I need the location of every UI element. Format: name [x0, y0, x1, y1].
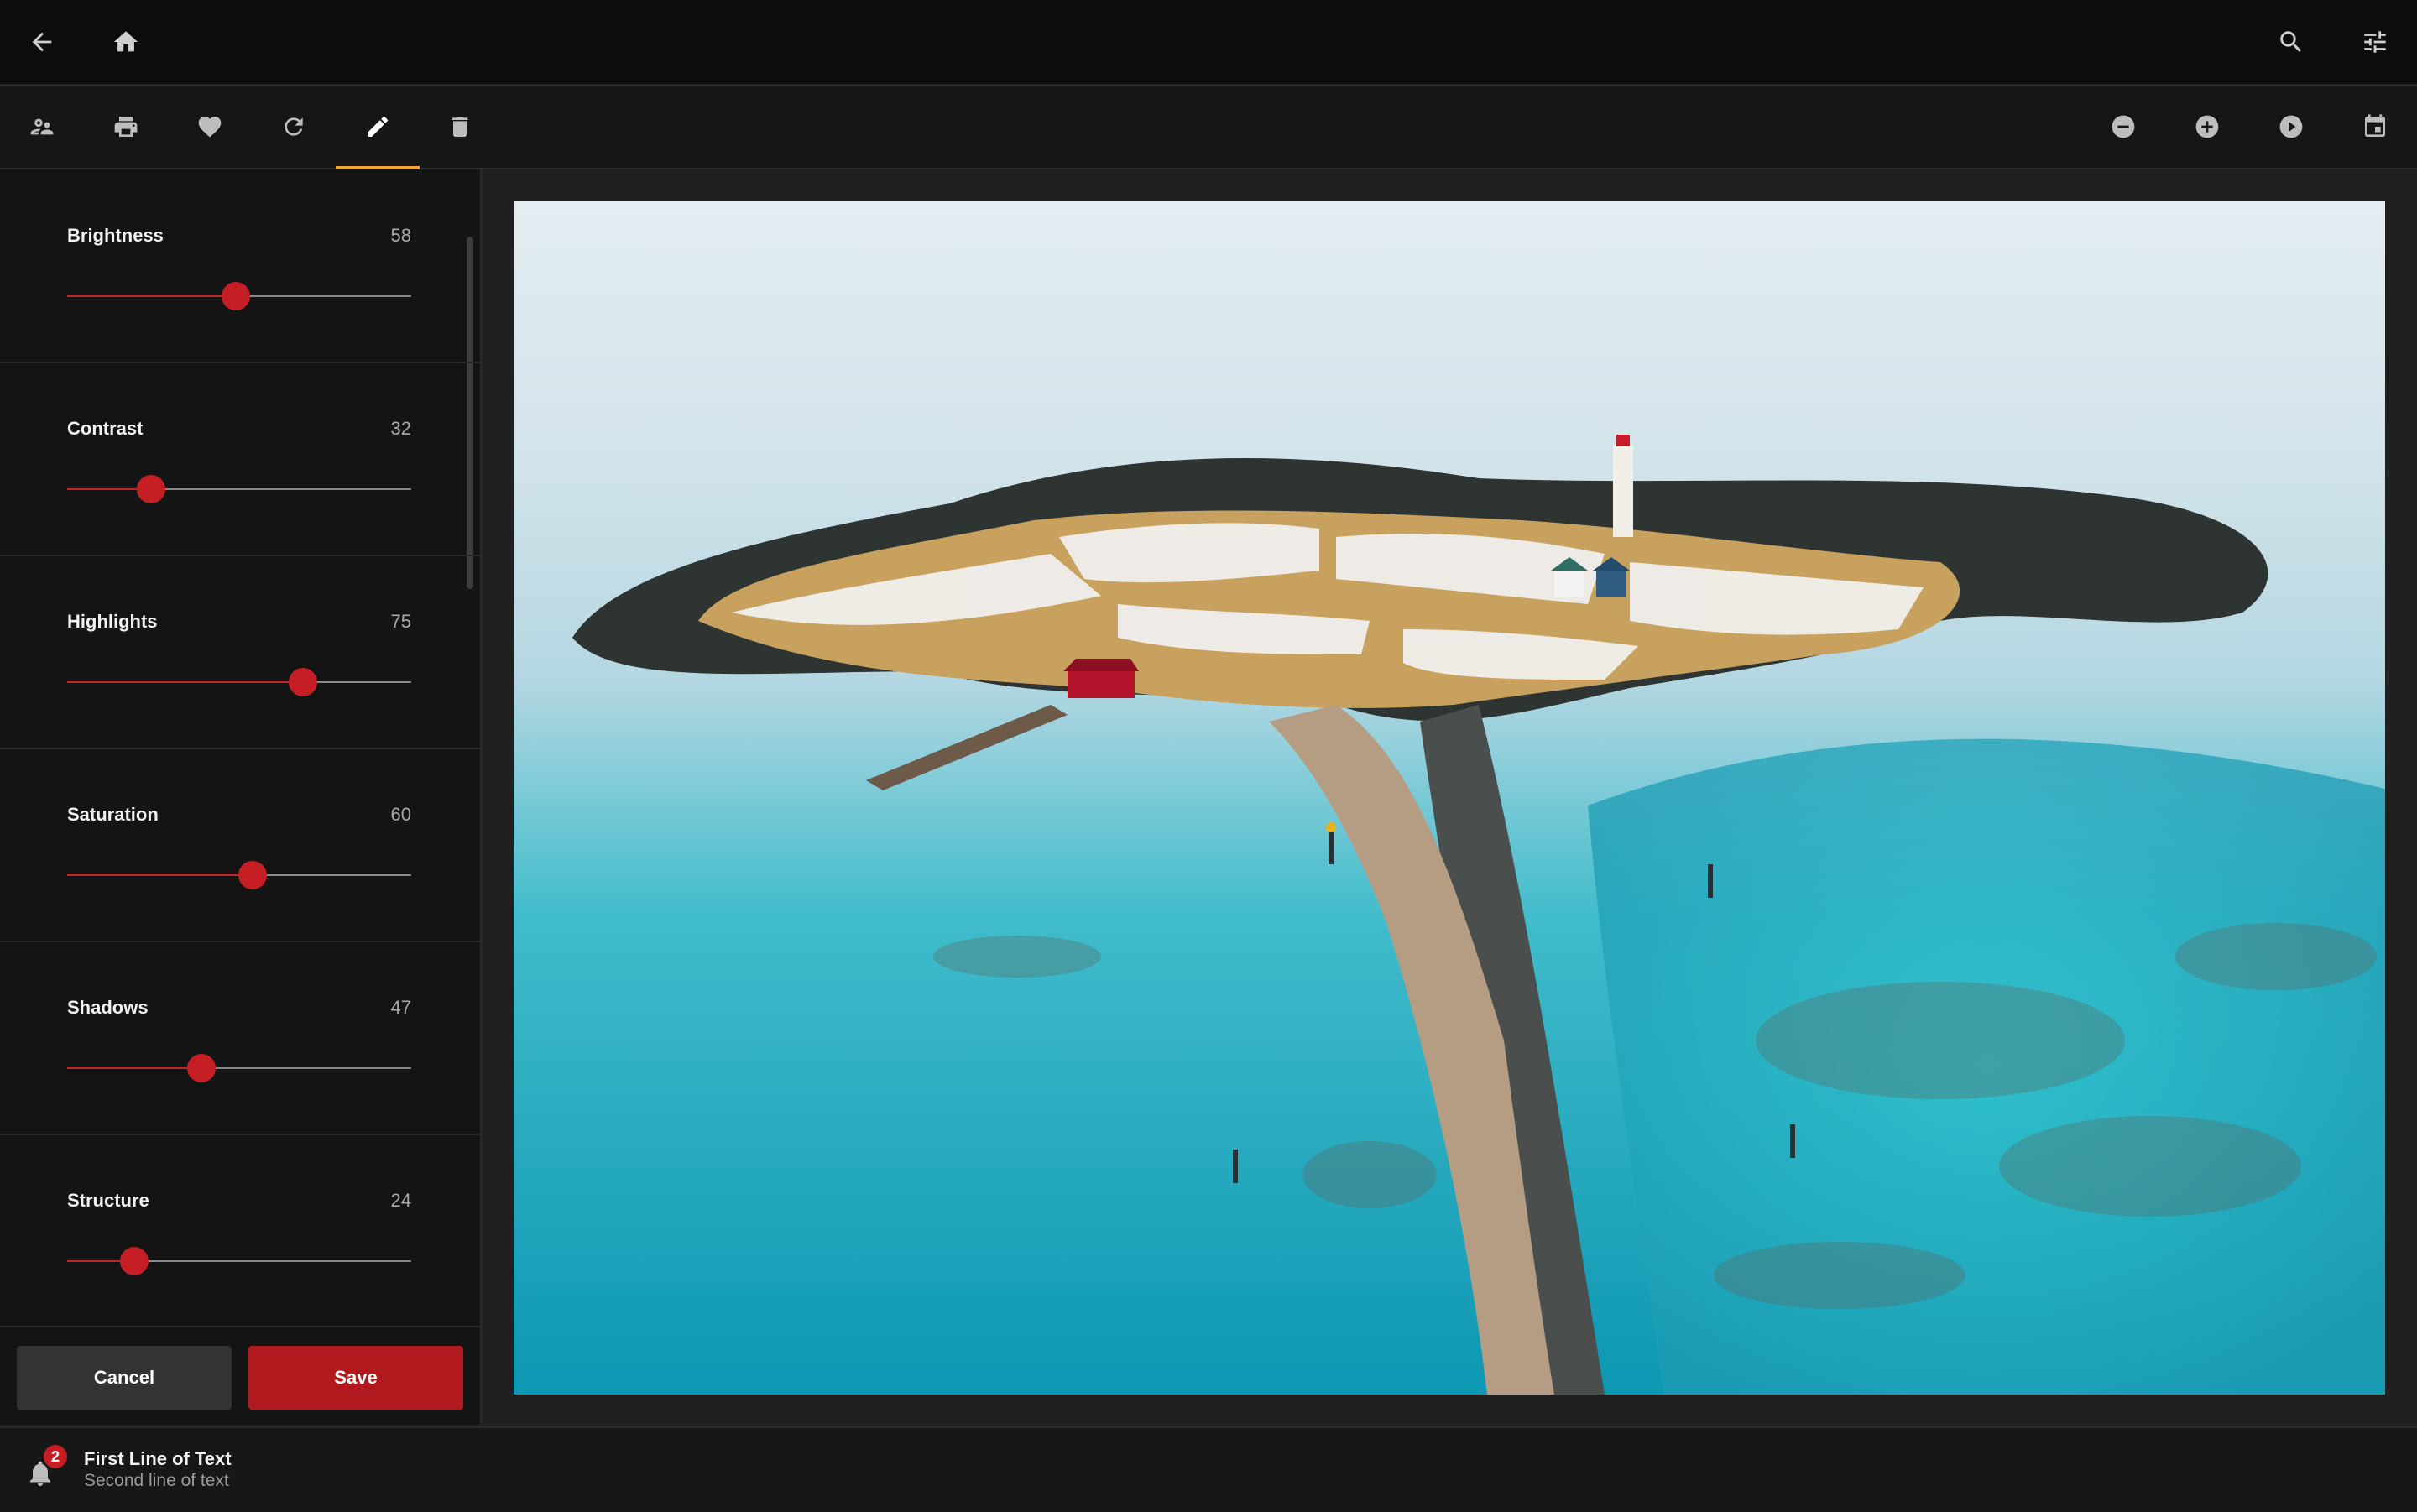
adjustment-structure: Structure 24: [0, 1134, 480, 1328]
back-button[interactable]: [15, 15, 69, 69]
adjustment-label: Contrast: [67, 418, 144, 439]
slider-thumb[interactable]: [186, 1054, 216, 1082]
photo-preview[interactable]: [514, 201, 2385, 1395]
slider-thumb[interactable]: [137, 475, 166, 503]
aerial-lighthouse-photo: [514, 201, 2385, 1395]
slider-fill: [67, 874, 253, 876]
pencil-icon: [368, 116, 389, 137]
home-button[interactable]: [99, 15, 153, 69]
slider-fill: [67, 1067, 201, 1069]
notification-title: First Line of Text: [84, 1448, 232, 1469]
edit-actions: Cancel Save: [0, 1326, 480, 1425]
slider-thumb[interactable]: [221, 282, 250, 310]
plus-circle-icon: [2195, 115, 2219, 138]
adjustment-value: 58: [390, 225, 411, 246]
save-button[interactable]: Save: [248, 1346, 463, 1410]
notification-bar: 2 First Line of Text Second line of text: [0, 1426, 2417, 1512]
adjustment-label: Saturation: [67, 804, 159, 825]
brightness-slider[interactable]: [67, 282, 411, 310]
structure-slider[interactable]: [67, 1247, 411, 1275]
home-icon: [113, 31, 138, 52]
people-icon: [30, 118, 54, 135]
sliders-icon: [2364, 31, 2386, 53]
slider-thumb[interactable]: [119, 1247, 149, 1275]
notification-badge: 2: [44, 1445, 67, 1468]
slider-fill: [67, 681, 303, 683]
slideshow-button[interactable]: [2264, 100, 2318, 154]
adjustment-value: 75: [390, 611, 411, 632]
adjustment-label: Highlights: [67, 611, 158, 632]
slider-fill: [67, 295, 236, 297]
printer-icon: [114, 117, 138, 137]
delete-button[interactable]: [433, 100, 487, 154]
cancel-button[interactable]: Cancel: [17, 1346, 232, 1410]
heart-icon: [198, 117, 222, 138]
zoom-out-button[interactable]: [2096, 100, 2150, 154]
adjustment-value: 47: [390, 997, 411, 1018]
zoom-in-button[interactable]: [2180, 100, 2234, 154]
adjustment-contrast: Contrast 32: [0, 362, 480, 556]
adjustment-highlights: Highlights 75: [0, 555, 480, 749]
slider-thumb[interactable]: [288, 668, 317, 696]
filters-button[interactable]: [2348, 15, 2402, 69]
photo-toolbar: [0, 86, 2417, 169]
adjustment-value: 32: [390, 418, 411, 439]
rotate-button[interactable]: [267, 100, 321, 154]
print-button[interactable]: [99, 100, 153, 154]
adjustment-brightness: Brightness 58: [0, 169, 480, 363]
refresh-icon: [285, 117, 303, 136]
adjustment-label: Brightness: [67, 225, 164, 246]
notification-subtitle: Second line of text: [84, 1471, 229, 1490]
adjustment-label: Shadows: [67, 997, 149, 1018]
top-app-bar: [0, 0, 2417, 86]
adjustment-shadows: Shadows 47: [0, 941, 480, 1135]
contrast-slider[interactable]: [67, 475, 411, 503]
shadows-slider[interactable]: [67, 1054, 411, 1082]
adjustment-value: 24: [390, 1190, 411, 1211]
arrow-left-icon: [32, 32, 52, 52]
highlights-slider[interactable]: [67, 668, 411, 696]
image-viewer: [482, 169, 2417, 1425]
favorite-button[interactable]: [183, 100, 237, 154]
adjustment-saturation: Saturation 60: [0, 748, 480, 942]
saturation-slider[interactable]: [67, 861, 411, 889]
people-button[interactable]: [15, 100, 69, 154]
search-button[interactable]: [2264, 15, 2318, 69]
minus-circle-icon: [2112, 115, 2135, 138]
search-icon: [2280, 31, 2302, 53]
adjustments-panel: Brightness 58 Contrast 32 Highlights 75 …: [0, 169, 482, 1425]
calendar-button[interactable]: [2348, 100, 2402, 154]
calendar-icon: [2365, 114, 2385, 137]
play-circle-icon: [2279, 115, 2303, 138]
edit-button[interactable]: [351, 100, 405, 154]
adjustment-value: 60: [390, 804, 411, 825]
slider-thumb[interactable]: [238, 861, 268, 889]
adjustment-label: Structure: [67, 1190, 149, 1211]
trash-icon: [452, 117, 468, 137]
